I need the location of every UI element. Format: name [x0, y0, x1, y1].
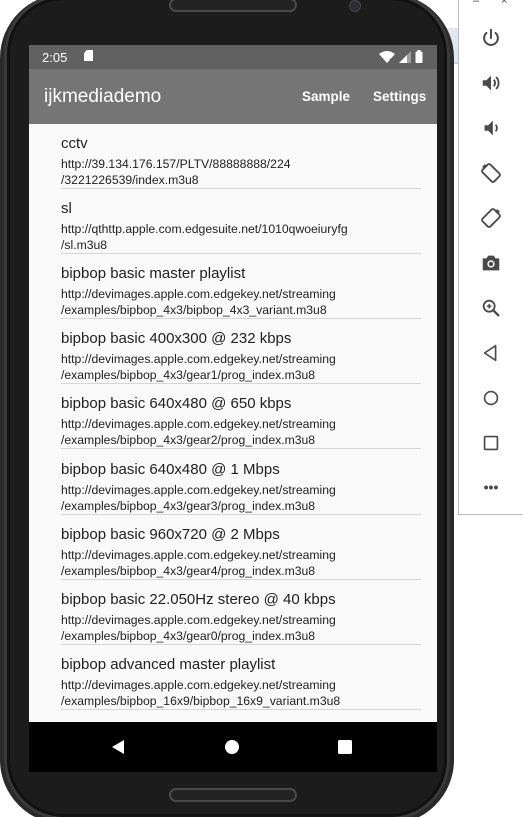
- rotate-right-icon: [481, 208, 501, 228]
- wifi-icon: [379, 50, 395, 63]
- list-item[interactable]: bipbop basic master playlist http://devi…: [29, 254, 437, 319]
- volume-down-button[interactable]: [473, 110, 509, 146]
- emulator-toolbar: – × •••: [458, 0, 523, 515]
- zoom-icon: [482, 299, 500, 317]
- zoom-button[interactable]: [473, 290, 509, 326]
- settings-button[interactable]: Settings: [373, 89, 426, 104]
- back-triangle-icon: [112, 740, 124, 754]
- app-bar: ijkmediademo Sample Settings: [29, 69, 437, 124]
- nav-back-button[interactable]: [107, 736, 129, 758]
- top-speaker: [169, 0, 297, 12]
- stream-list: cctv http://39.134.176.157/PLTV/88888888…: [29, 124, 437, 722]
- battery-icon: [415, 50, 423, 63]
- minimize-button[interactable]: –: [473, 0, 479, 7]
- item-url: http://devimages.apple.com.edgekey.net/s…: [61, 613, 336, 643]
- item-url: http://devimages.apple.com.edgekey.net/s…: [61, 417, 336, 447]
- home-icon: [483, 390, 499, 406]
- stage: 2:05 ijkmediademo Sample Settings cctv h…: [0, 0, 523, 817]
- nav-home-button[interactable]: [221, 736, 243, 758]
- rotate-left-button[interactable]: [473, 155, 509, 191]
- list-item[interactable]: bipbop basic 640x480 @ 650 kbps http://d…: [29, 384, 437, 449]
- item-title: bipbop basic 960x720 @ 2 Mbps: [61, 526, 280, 543]
- list-item[interactable]: cctv http://39.134.176.157/PLTV/88888888…: [29, 124, 437, 189]
- item-title: cctv: [61, 135, 88, 152]
- power-button[interactable]: [473, 20, 509, 56]
- close-button[interactable]: ×: [501, 0, 507, 7]
- item-title: bipbop advanced master playlist: [61, 656, 276, 673]
- item-url: http://qthttp.apple.com.edgesuite.net/10…: [61, 222, 348, 252]
- list-item[interactable]: bipbop basic 640x480 @ 1 Mbps http://dev…: [29, 450, 437, 515]
- list-item[interactable]: bipbop basic 400x300 @ 232 kbps http://d…: [29, 319, 437, 384]
- front-camera: [349, 0, 361, 12]
- home-circle-icon: [225, 740, 239, 754]
- back-icon: [483, 344, 497, 362]
- item-url: http://39.134.176.157/PLTV/88888888/224 …: [61, 157, 291, 187]
- item-url: http://devimages.apple.com.edgekey.net/s…: [61, 483, 336, 513]
- item-url: http://devimages.apple.com.edgekey.net/s…: [61, 678, 341, 708]
- volume-down-icon: [484, 120, 498, 136]
- item-title: sl: [61, 200, 72, 217]
- phone-screen: 2:05 ijkmediademo Sample Settings cctv h…: [29, 45, 437, 772]
- divider: [61, 709, 421, 710]
- rotate-right-button[interactable]: [473, 200, 509, 236]
- item-url: http://devimages.apple.com.edgekey.net/s…: [61, 287, 336, 317]
- item-title: bipbop basic master playlist: [61, 265, 246, 282]
- list-item[interactable]: sl http://qthttp.apple.com.edgesuite.net…: [29, 189, 437, 254]
- volume-up-button[interactable]: [473, 65, 509, 101]
- item-title: bipbop basic 640x480 @ 1 Mbps: [61, 461, 280, 478]
- screenshot-button[interactable]: [473, 245, 509, 281]
- status-time: 2:05: [42, 50, 68, 65]
- list-item[interactable]: bipbop basic 22.050Hz stereo @ 40 kbps h…: [29, 580, 437, 645]
- list-item[interactable]: bipbop basic 960x720 @ 2 Mbps http://dev…: [29, 515, 437, 580]
- item-url: http://devimages.apple.com.edgekey.net/s…: [61, 352, 336, 382]
- list-item[interactable]: bipbop advanced master playlist http://d…: [29, 645, 437, 710]
- recents-square-icon: [338, 740, 352, 754]
- overview-button[interactable]: [473, 425, 509, 461]
- item-url: http://devimages.apple.com.edgekey.net/s…: [61, 548, 336, 578]
- nav-recents-button[interactable]: [334, 736, 356, 758]
- power-icon: [483, 28, 499, 46]
- status-bar: 2:05: [29, 45, 437, 69]
- rotate-left-icon: [481, 163, 501, 183]
- divider: [61, 448, 421, 449]
- item-title: bipbop basic 640x480 @ 650 kbps: [61, 395, 292, 412]
- camera-icon: [482, 255, 500, 271]
- item-title: bipbop basic 22.050Hz stereo @ 40 kbps: [61, 591, 336, 608]
- more-button[interactable]: •••: [473, 469, 509, 505]
- navigation-bar: [29, 722, 437, 772]
- app-title: ijkmediademo: [44, 86, 162, 107]
- signal-icon: [399, 50, 411, 63]
- phone-body: 2:05 ijkmediademo Sample Settings cctv h…: [4, 0, 450, 817]
- window-controls: – ×: [459, 0, 523, 9]
- volume-up-icon: [482, 75, 500, 91]
- bottom-speaker: [169, 788, 297, 802]
- item-title: bipbop basic 400x300 @ 232 kbps: [61, 330, 292, 347]
- overview-icon: [483, 435, 499, 451]
- back-button[interactable]: [473, 335, 509, 371]
- more-icon: •••: [483, 479, 499, 495]
- home-button[interactable]: [473, 380, 509, 416]
- status-icons: [379, 50, 423, 63]
- sd-card-icon: [84, 50, 93, 61]
- sample-button[interactable]: Sample: [302, 89, 350, 104]
